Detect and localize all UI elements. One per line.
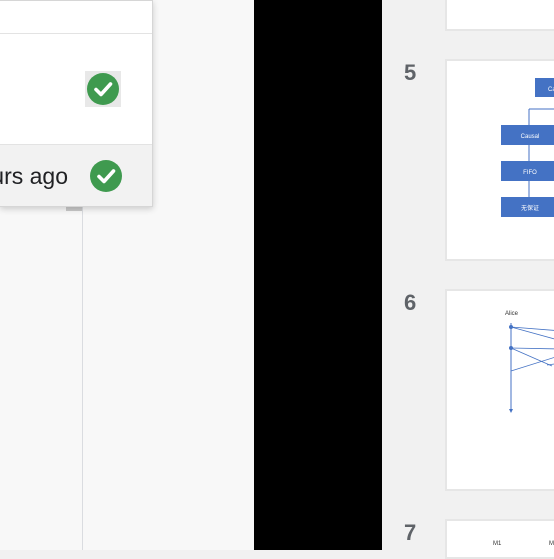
diagram-label: M [549,541,554,547]
history-row-2[interactable] [0,34,152,145]
check-circle-icon [87,73,119,105]
hierarchy-diagram: Ca Causal FIFO 无保证 [501,78,554,217]
slide-7-diagram: M1 M [493,541,554,547]
history-row-label: urs ago [0,163,68,189]
diagram-label: M1 [493,541,502,547]
slide-number: 5 [404,60,417,85]
diagram-label: Causal [521,134,540,140]
black-panel [254,0,382,550]
slide-thumbnail-4[interactable] [445,0,554,31]
diagram-label: Alice [505,311,519,317]
diagram-label: Ca [548,87,554,93]
check-circle-icon [90,160,122,192]
slide-thumbnail-7[interactable]: M1 M [445,519,554,559]
sequence-diagram: Alice [505,311,554,413]
diagram-label: FIFO [523,170,537,176]
slide-number: 6 [404,290,417,315]
history-row-3[interactable]: urs ago [0,145,152,206]
slide-filmstrip: 5 Ca Causal FIFO 无保证 6 Alice [382,0,554,559]
slide-thumbnail-5[interactable]: Ca Causal FIFO 无保证 [445,59,554,261]
history-row-1[interactable] [0,1,152,34]
ruler-divider [82,200,83,550]
version-history-popup: urs ago [0,0,153,207]
slide-thumbnail-6[interactable]: Alice [445,289,554,491]
diagram-label: 无保证 [521,204,539,212]
slide-number: 7 [404,520,417,545]
